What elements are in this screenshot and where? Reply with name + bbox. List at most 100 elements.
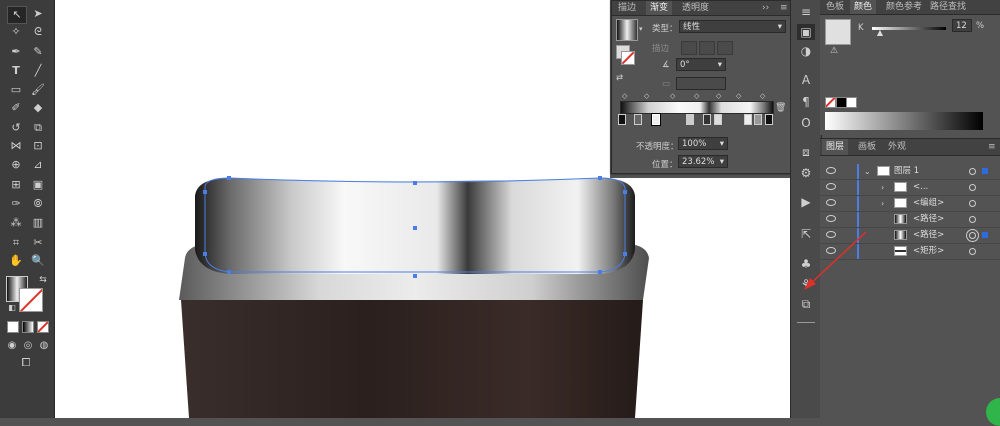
- selection-square-icon[interactable]: [982, 168, 988, 174]
- symbol-sprayer-tool-icon[interactable]: ⁂: [7, 215, 25, 231]
- layer-name[interactable]: 图层 1: [894, 164, 919, 179]
- type-select[interactable]: 线性 ▾: [679, 20, 786, 33]
- pen-tool-icon[interactable]: ✒: [7, 44, 25, 60]
- eraser-tool-icon[interactable]: ◆: [29, 100, 47, 116]
- tab-gradient[interactable]: 渐变: [646, 1, 673, 15]
- target-circle-icon[interactable]: [969, 168, 976, 175]
- tab-swatches[interactable]: 色板: [822, 0, 848, 14]
- shaper-tool-icon[interactable]: ✐: [7, 100, 25, 116]
- gradient-mode-icon[interactable]: [22, 321, 34, 333]
- aspect-ratio-field[interactable]: [676, 77, 726, 90]
- k-slider-track[interactable]: ▲: [872, 27, 946, 37]
- free-transform-tool-icon[interactable]: ⊡: [29, 138, 47, 154]
- eyedropper-tool-icon[interactable]: ✑: [7, 196, 25, 212]
- screen-mode-icon[interactable]: ⧠: [17, 355, 35, 371]
- none-mode-icon[interactable]: [37, 321, 49, 333]
- artboard-tool-icon[interactable]: ⌗: [7, 235, 25, 251]
- reverse-gradient-icon[interactable]: ⇄: [616, 73, 623, 83]
- tab-color[interactable]: 颜色: [850, 0, 877, 14]
- position-field[interactable]: 23.62% ▾: [678, 155, 728, 168]
- color-stops[interactable]: [618, 113, 773, 126]
- expand-toggle-icon[interactable]: ›: [881, 180, 884, 195]
- paragraph-panel-icon[interactable]: ¶: [797, 94, 815, 110]
- width-tool-icon[interactable]: ⋈: [7, 138, 25, 154]
- lasso-tool-icon[interactable]: ᘓ: [29, 24, 47, 40]
- tab-stroke[interactable]: 描边: [614, 1, 640, 15]
- magic-wand-tool-icon[interactable]: ✧: [7, 24, 25, 40]
- expand-toggle-icon[interactable]: ›: [881, 196, 884, 211]
- tab-color-guide[interactable]: 颜色参考: [882, 0, 926, 14]
- layer-row[interactable]: › <...: [820, 180, 1000, 196]
- target-circle-icon[interactable]: [969, 184, 976, 191]
- hand-tool-icon[interactable]: ✋: [7, 253, 25, 269]
- panel-collapse-icon[interactable]: ››: [758, 1, 773, 15]
- type-tool-icon[interactable]: T: [7, 63, 25, 79]
- layer-row[interactable]: ⌄ 图层 1: [820, 164, 1000, 180]
- layer-name[interactable]: <编组>: [913, 196, 944, 211]
- tab-layers[interactable]: 图层: [822, 139, 849, 155]
- layer-name[interactable]: <...: [913, 180, 928, 195]
- opentype-panel-icon[interactable]: O: [797, 115, 815, 131]
- column-graph-tool-icon[interactable]: ▥: [29, 215, 47, 231]
- bottle-body-shape[interactable]: [181, 300, 643, 418]
- slice-tool-icon[interactable]: ✂: [29, 235, 47, 251]
- target-circle-icon[interactable]: [969, 200, 976, 207]
- gradient-thumbnail[interactable]: [616, 19, 638, 41]
- none-color-box[interactable]: [825, 97, 836, 108]
- gradient-panel-icon[interactable]: ▣: [797, 24, 815, 40]
- visibility-eye-icon[interactable]: [826, 167, 836, 174]
- angle-field[interactable]: 0° ▾: [676, 58, 726, 71]
- visibility-eye-icon[interactable]: [826, 199, 836, 206]
- opacity-field[interactable]: 100% ▾: [678, 137, 728, 150]
- tab-transparency[interactable]: 透明度: [678, 1, 713, 15]
- shape-builder-tool-icon[interactable]: ⊕: [7, 157, 25, 173]
- stroke-swatch[interactable]: [19, 288, 43, 312]
- white-color-box[interactable]: [846, 97, 857, 108]
- graphic-styles-icon[interactable]: ⚙: [797, 165, 815, 181]
- tab-artboards[interactable]: 画板: [854, 139, 880, 155]
- layer-name[interactable]: <矩形>: [913, 244, 944, 259]
- direct-selection-tool-icon[interactable]: ➤: [29, 6, 47, 22]
- visibility-eye-icon[interactable]: [826, 183, 836, 190]
- image-trace-icon[interactable]: ⧈: [797, 144, 815, 160]
- actions-panel-icon[interactable]: ▶: [797, 194, 815, 210]
- midpoint-markers[interactable]: ◇ ◇ ◇ ◇ ◇ ◇ ◇: [620, 92, 772, 100]
- expand-toggle-icon[interactable]: ⌄: [864, 164, 871, 179]
- stroke-indicator[interactable]: [621, 51, 635, 65]
- blend-tool-icon[interactable]: ⦾: [29, 196, 47, 212]
- stroke-gradient-along-icon[interactable]: [699, 41, 715, 55]
- color-spectrum-bar[interactable]: [825, 112, 983, 130]
- visibility-eye-icon[interactable]: [826, 215, 836, 222]
- perspective-grid-tool-icon[interactable]: ⊿: [29, 157, 47, 173]
- default-fill-stroke-icon[interactable]: ◧: [3, 300, 21, 316]
- layer-row[interactable]: › <编组>: [820, 196, 1000, 212]
- gradient-dropdown-icon[interactable]: ▾: [639, 25, 643, 33]
- fill-color-swatch[interactable]: [825, 19, 851, 45]
- k-slider-thumb[interactable]: ▲: [877, 28, 883, 37]
- character-panel-icon[interactable]: A: [797, 72, 815, 88]
- draw-inside-icon[interactable]: ◍: [35, 338, 53, 354]
- curvature-tool-icon[interactable]: ✎: [29, 44, 47, 60]
- out-of-gamut-icon[interactable]: ⚠: [830, 46, 838, 56]
- mesh-tool-icon[interactable]: ⊞: [7, 177, 25, 193]
- rotate-tool-icon[interactable]: ↺: [7, 120, 25, 136]
- zoom-tool-icon[interactable]: 🔍: [29, 253, 47, 269]
- transparency-panel-icon[interactable]: ◑: [797, 43, 815, 59]
- properties-icon[interactable]: ≡: [797, 4, 815, 20]
- stroke-gradient-within-icon[interactable]: [681, 41, 697, 55]
- layer-name[interactable]: <路径>: [913, 212, 944, 227]
- stroke-gradient-across-icon[interactable]: [717, 41, 733, 55]
- gradient-slider[interactable]: [620, 101, 774, 114]
- swap-fill-stroke-icon[interactable]: ⇆: [34, 272, 52, 288]
- gradient-tool-icon[interactable]: ▣: [29, 177, 47, 193]
- tab-pathfinder[interactable]: 路径查找: [926, 0, 970, 14]
- tab-appearance[interactable]: 外观: [884, 139, 910, 155]
- target-circle-icon[interactable]: [969, 248, 976, 255]
- scale-tool-icon[interactable]: ⧉: [29, 120, 47, 136]
- line-tool-icon[interactable]: ╱: [29, 63, 47, 79]
- trash-icon[interactable]: 🗑: [775, 103, 786, 113]
- rectangle-tool-icon[interactable]: ▭: [7, 82, 25, 98]
- k-value-field[interactable]: 12: [952, 19, 972, 32]
- target-circle-icon[interactable]: [969, 216, 976, 223]
- asset-export-icon[interactable]: ⧉: [797, 296, 815, 312]
